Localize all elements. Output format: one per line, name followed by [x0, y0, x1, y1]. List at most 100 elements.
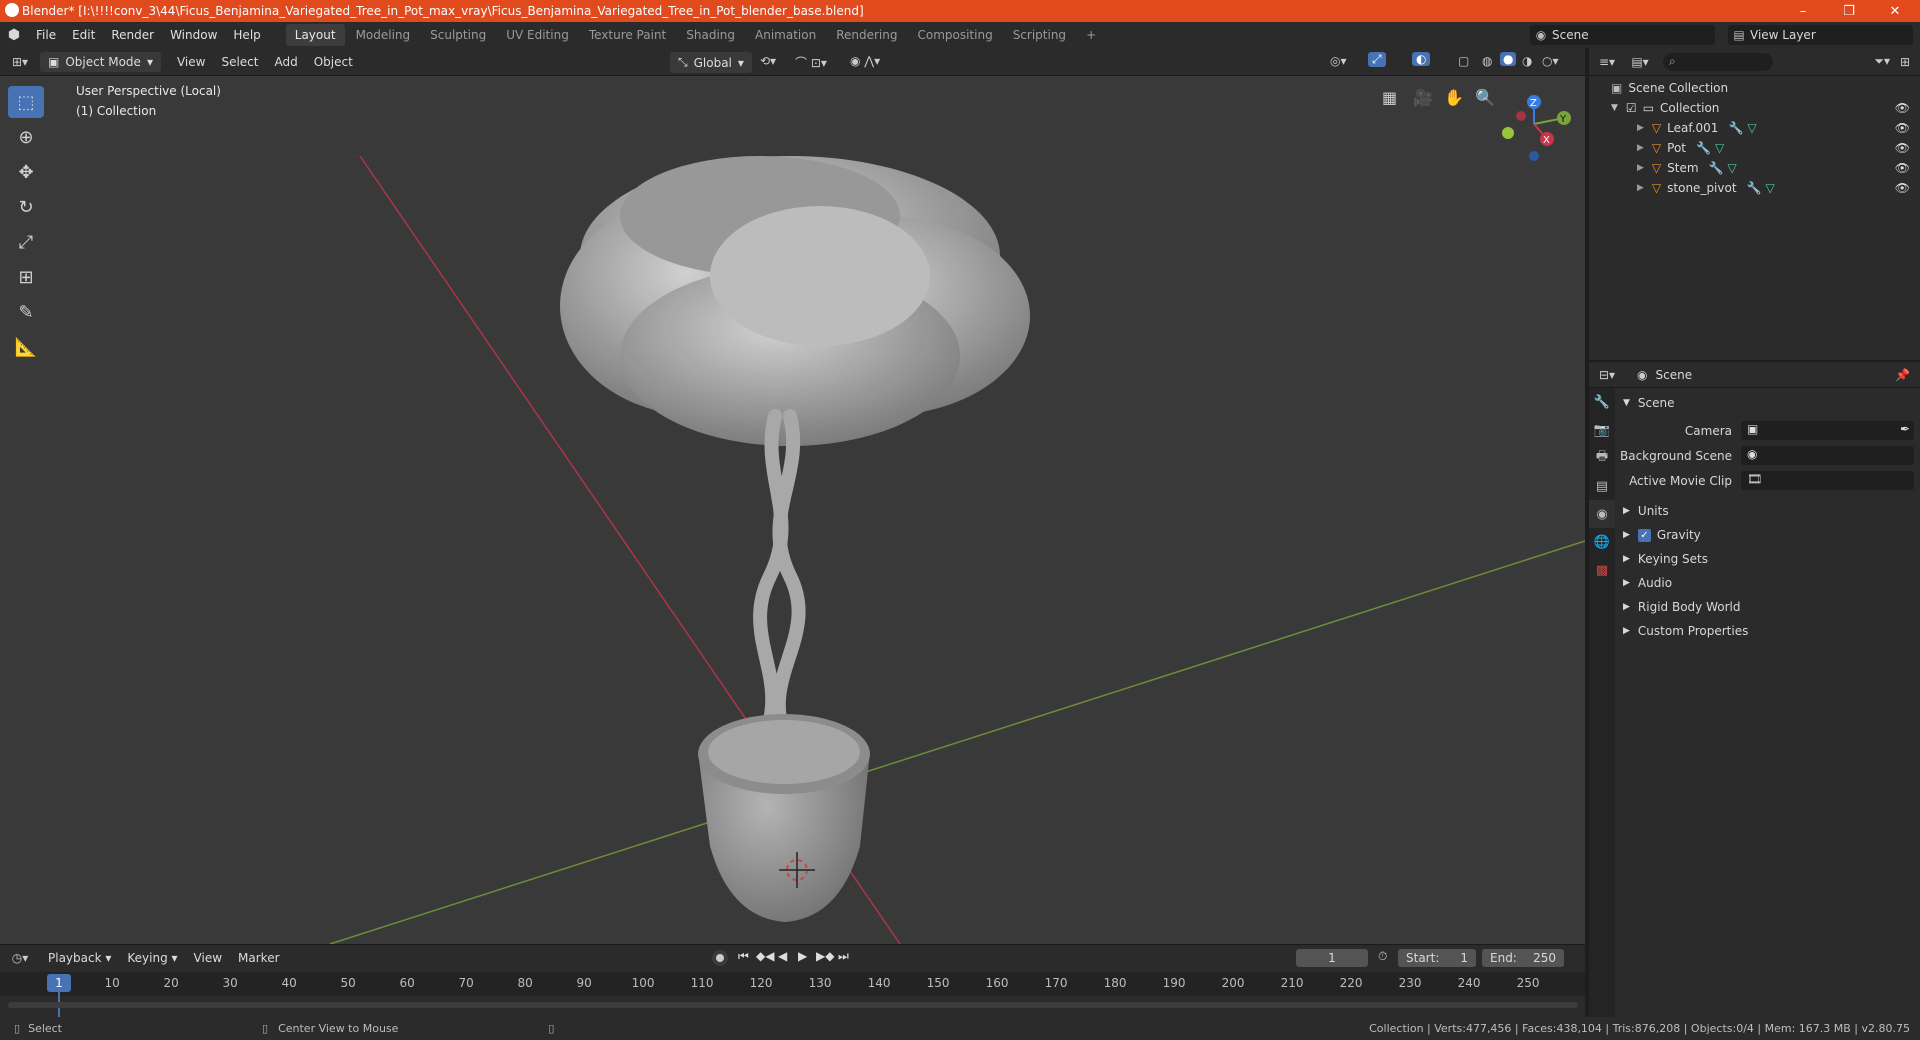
transform-tool[interactable]: ⊞	[8, 261, 44, 293]
annotate-tool[interactable]: ✎	[8, 296, 44, 328]
menu-edit[interactable]: Edit	[64, 22, 103, 48]
expand-icon[interactable]: ▶	[1637, 123, 1644, 133]
view-layer-tab-icon[interactable]: ▤	[1589, 472, 1615, 500]
menu-help[interactable]: Help	[225, 22, 268, 48]
eye-icon[interactable]: 👁	[1895, 161, 1910, 175]
outliner-item[interactable]: ▶ ▽ stone_pivot 🔧 ▽ 👁	[1589, 178, 1920, 198]
minimize-button[interactable]: –	[1780, 0, 1826, 22]
scene-tab-icon[interactable]: ◉	[1589, 500, 1615, 528]
world-tab-icon[interactable]: 🌐	[1589, 528, 1615, 556]
camera-view-icon[interactable]: 🎥	[1413, 88, 1433, 107]
jump-end-icon[interactable]: ⏭	[838, 949, 849, 964]
panel-audio[interactable]: ▶ Audio	[1615, 572, 1920, 594]
tab-sculpting[interactable]: Sculpting	[421, 24, 495, 46]
gravity-checkbox[interactable]: ✓	[1637, 528, 1651, 542]
current-frame-field[interactable]: 1	[1296, 949, 1368, 967]
cursor-tool[interactable]: ⊕	[8, 121, 44, 153]
rotate-tool[interactable]: ↻	[8, 191, 44, 223]
expand-icon[interactable]: ▶	[1637, 143, 1644, 153]
wireframe-shading-icon[interactable]: ◍	[1482, 54, 1492, 68]
menu-window[interactable]: Window	[162, 22, 225, 48]
background-scene-field[interactable]: ◉	[1741, 446, 1914, 465]
camera-field[interactable]: ▣ ✒	[1741, 421, 1914, 440]
timeline-scrollbar[interactable]	[8, 1002, 1578, 1008]
output-tab-icon[interactable]: 🖶	[1589, 444, 1615, 472]
viewport-menu-select[interactable]: Select	[213, 55, 266, 69]
playhead[interactable]: 1	[47, 974, 71, 992]
scene-section-header[interactable]: ▼ Scene	[1615, 392, 1920, 414]
eye-icon[interactable]: 👁	[1895, 181, 1910, 195]
pan-view-icon[interactable]: ✋	[1444, 88, 1464, 107]
outliner-search[interactable]: ⌕	[1663, 52, 1773, 71]
viewport-menu-object[interactable]: Object	[306, 55, 361, 69]
play-reverse-icon[interactable]: ◀	[778, 949, 787, 963]
zoom-view-icon[interactable]: 🔍	[1475, 88, 1495, 107]
play-icon[interactable]: ▶	[798, 949, 807, 963]
restore-button[interactable]: ❐	[1826, 0, 1872, 22]
tool-tab-icon[interactable]: 🔧	[1589, 388, 1615, 416]
eye-icon[interactable]: 👁	[1895, 121, 1910, 135]
select-box-tool[interactable]: ⬚	[8, 86, 44, 118]
close-button[interactable]: ✕	[1872, 0, 1918, 22]
proportional-edit-icon[interactable]: ◉ ⋀▾	[850, 54, 880, 68]
visibility-icon[interactable]: ◎▾	[1330, 54, 1347, 68]
outliner-editor-icon[interactable]: ≡▾	[1589, 55, 1625, 69]
properties-editor-icon[interactable]: ⊟▾	[1589, 368, 1625, 382]
preview-range-icon[interactable]: ⏱	[1378, 949, 1387, 964]
eye-icon[interactable]: 👁	[1895, 101, 1910, 115]
panel-custom-properties[interactable]: ▶ Custom Properties	[1615, 620, 1920, 642]
filter-icon[interactable]: ⏷▾	[1874, 54, 1890, 69]
outliner-item[interactable]: ▶ ▽ Stem 🔧 ▽ 👁	[1589, 158, 1920, 178]
viewport-menu-view[interactable]: View	[169, 55, 213, 69]
scene-selector[interactable]: ◉ Scene	[1530, 25, 1715, 45]
3d-viewport[interactable]: Z Y X ⬚ ⊕ ✥ ↻ ⤢ ⊞ ✎ 📐 User Perspective (…	[0, 76, 1585, 944]
orientation-dropdown[interactable]: ⤡ Global ▾	[670, 52, 752, 73]
tab-shading[interactable]: Shading	[677, 24, 744, 46]
menu-file[interactable]: File	[28, 22, 64, 48]
panel-units[interactable]: ▶ Units	[1615, 500, 1920, 522]
blender-menu-icon[interactable]: ⬢	[0, 27, 28, 43]
pin-icon[interactable]: 📌	[1895, 368, 1910, 382]
add-workspace-button[interactable]: +	[1077, 24, 1105, 46]
next-keyframe-icon[interactable]: ▶◆	[816, 949, 834, 963]
new-collection-icon[interactable]: ⊞	[1890, 55, 1920, 69]
viewport-menu-add[interactable]: Add	[266, 55, 305, 69]
end-frame-field[interactable]: End: 250	[1482, 949, 1564, 967]
start-frame-field[interactable]: Start: 1	[1398, 949, 1476, 967]
expand-icon[interactable]: ▶	[1637, 183, 1644, 193]
xray-icon[interactable]: ▢	[1458, 54, 1469, 68]
tab-rendering[interactable]: Rendering	[827, 24, 906, 46]
tab-animation[interactable]: Animation	[746, 24, 825, 46]
scale-tool[interactable]: ⤢	[8, 226, 44, 258]
timeline-menu-marker[interactable]: Marker	[230, 951, 287, 965]
material-shading-icon[interactable]: ◑	[1522, 54, 1532, 68]
panel-gravity[interactable]: ▶ ✓ Gravity	[1615, 524, 1920, 546]
expand-icon[interactable]: ▶	[1637, 163, 1644, 173]
tab-scripting[interactable]: Scripting	[1004, 24, 1075, 46]
expand-icon[interactable]: ▼	[1611, 103, 1618, 113]
tab-uv-editing[interactable]: UV Editing	[497, 24, 578, 46]
outliner-item[interactable]: ▶ ▽ Pot 🔧 ▽ 👁	[1589, 138, 1920, 158]
timeline-menu-playback[interactable]: Playback ▾	[40, 951, 119, 965]
gizmo-toggle-icon[interactable]: ⤢	[1368, 52, 1386, 67]
tab-compositing[interactable]: Compositing	[908, 24, 1001, 46]
checkbox-icon[interactable]: ☑	[1626, 101, 1637, 115]
jump-start-icon[interactable]: ⏮	[738, 949, 749, 964]
eyedropper-icon[interactable]: ✒	[1900, 422, 1910, 436]
texture-tab-icon[interactable]: ▩	[1589, 556, 1615, 584]
panel-keying-sets[interactable]: ▶ Keying Sets	[1615, 548, 1920, 570]
mode-dropdown[interactable]: ▣ Object Mode ▾	[40, 51, 161, 72]
outliner-root[interactable]: ▣ Scene Collection	[1589, 78, 1920, 98]
render-tab-icon[interactable]: 📷	[1589, 416, 1615, 444]
outliner-item[interactable]: ▶ ▽ Leaf.001 🔧 ▽ 👁	[1589, 118, 1920, 138]
editor-type-icon[interactable]: ⊞▾	[0, 55, 40, 69]
measure-tool[interactable]: 📐	[8, 331, 44, 363]
frame-ruler[interactable]: 1 10 20 30 40 50 60 70 80 90 100 110 120 130 140 150 16…	[0, 972, 1585, 1018]
tab-layout[interactable]: Layout	[285, 24, 345, 46]
rendered-shading-icon[interactable]: ○▾	[1542, 54, 1559, 68]
active-movie-clip-field[interactable]: 🎞	[1741, 471, 1914, 490]
snap-icon[interactable]: ⌒ ⊡▾	[795, 54, 827, 71]
record-button[interactable]	[712, 950, 728, 966]
display-mode-icon[interactable]: ▤▾	[1625, 55, 1655, 69]
move-tool[interactable]: ✥	[8, 156, 44, 188]
